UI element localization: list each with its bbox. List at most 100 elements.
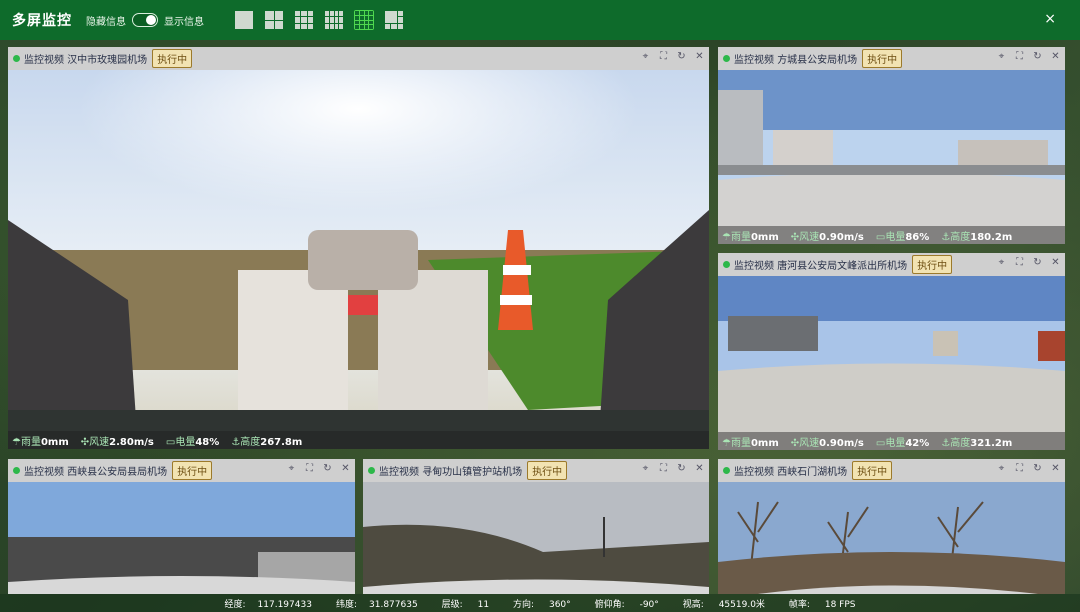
heading: 方向: 360°	[513, 599, 571, 610]
video-panel[interactable]: 监控视频 方城县公安局机场 执行中 ⌖ ⛶ ↻ ✕ ☂雨量0mm ✣风速0.90…	[718, 47, 1065, 244]
video-feed	[363, 482, 709, 594]
wind-metric: ✣风速0.90m/s	[790, 437, 864, 449]
longitude: 经度: 117.197433	[224, 599, 312, 610]
close-icon[interactable]: ✕	[1050, 257, 1061, 268]
layout-4-icon[interactable]	[264, 10, 284, 30]
close-icon[interactable]: ✕	[694, 463, 705, 474]
map-status-bar: 经度: 117.197433 纬度: 31.877635 层级: 11 方向: 36…	[0, 594, 1080, 612]
fullscreen-icon[interactable]: ⛶	[304, 463, 315, 474]
online-dot	[13, 467, 20, 474]
zoom-level: 层级: 11	[441, 599, 490, 610]
rain-metric: ☂雨量0mm	[722, 437, 779, 449]
top-bar: 多屏监控 隐藏信息 显示信息 ×	[0, 0, 1080, 40]
close-icon[interactable]: ✕	[1050, 51, 1061, 62]
video-feed	[8, 482, 355, 594]
status-badge: 执行中	[527, 461, 568, 480]
panel-header: 监控视频 寻甸功山镇管护站机场 执行中 ⌖ ⛶ ↻ ✕	[363, 459, 709, 482]
video-feed	[718, 276, 1065, 450]
location-icon[interactable]: ⌖	[286, 463, 297, 474]
close-icon[interactable]: ✕	[1050, 463, 1061, 474]
page-title: 多屏监控	[12, 13, 72, 29]
refresh-icon[interactable]: ↻	[676, 463, 687, 474]
status-badge: 执行中	[172, 461, 213, 480]
video-panel[interactable]: 监控视频 西峡县公安局县局机场 执行中 ⌖ ⛶ ↻ ✕	[8, 459, 355, 594]
panel-title: 监控视频 寻甸功山镇管护站机场	[379, 467, 523, 478]
video-frame	[8, 482, 355, 594]
video-panel-main[interactable]: 监控视频 汉中市玫瑰园机场 执行中 ⌖ ⛶ ↻ ✕ ☂雨量0mm ✣风速2.80…	[8, 47, 709, 449]
online-dot	[723, 467, 730, 474]
layout-12-icon[interactable]	[324, 10, 344, 30]
fullscreen-icon[interactable]: ⛶	[658, 463, 669, 474]
panel-header: 监控视频 汉中市玫瑰园机场 执行中 ⌖ ⛶ ↻ ✕	[8, 47, 709, 70]
video-panel[interactable]: 监控视频 西峡石门湖机场 执行中 ⌖ ⛶ ↻ ✕	[718, 459, 1065, 594]
pitch: 俯仰角: -90°	[594, 599, 659, 610]
close-icon[interactable]: ×	[1044, 11, 1056, 27]
show-info-label: 显示信息	[164, 16, 204, 28]
panel-metrics: ☂雨量0mm ✣风速2.80m/s ▭电量48% ⚓高度267.8m	[8, 431, 709, 449]
fullscreen-icon[interactable]: ⛶	[1014, 257, 1025, 268]
panel-title: 监控视频 汉中市玫瑰园机场	[24, 55, 148, 66]
video-frame	[8, 70, 709, 449]
panel-header: 监控视频 西峡石门湖机场 执行中 ⌖ ⛶ ↻ ✕	[718, 459, 1065, 482]
fullscreen-icon[interactable]: ⛶	[1014, 463, 1025, 474]
frame-rate: 帧率: 18 FPS	[788, 599, 856, 610]
fullscreen-icon[interactable]: ⛶	[1014, 51, 1025, 62]
panel-header: 监控视频 西峡县公安局县局机场 执行中 ⌖ ⛶ ↻ ✕	[8, 459, 355, 482]
height-metric: ⚓高度321.2m	[941, 437, 1013, 449]
panel-header: 监控视频 唐河县公安局文峰派出所机场 执行中 ⌖ ⛶ ↻ ✕	[718, 253, 1065, 276]
refresh-icon[interactable]: ↻	[676, 51, 687, 62]
video-frame	[718, 276, 1065, 450]
layout-9-icon[interactable]	[294, 10, 314, 30]
layout-1-icon[interactable]	[234, 10, 254, 30]
online-dot	[13, 55, 20, 62]
battery-metric: ▭电量48%	[165, 436, 220, 448]
panel-metrics: ☂雨量0mm ✣风速0.90m/s ▭电量42% ⚓高度321.2m	[718, 432, 1065, 450]
info-toggle[interactable]	[132, 13, 158, 27]
video-frame	[718, 70, 1065, 244]
status-badge: 执行中	[852, 461, 893, 480]
layout-16-icon[interactable]	[354, 10, 374, 30]
battery-metric: ▭电量42%	[875, 437, 930, 449]
status-badge: 执行中	[912, 255, 953, 274]
layout-6-icon[interactable]	[384, 10, 404, 30]
status-badge: 执行中	[862, 49, 903, 68]
panel-title: 监控视频 西峡县公安局县局机场	[24, 467, 168, 478]
rain-metric: ☂雨量0mm	[12, 436, 69, 448]
panel-header: 监控视频 方城县公安局机场 执行中 ⌖ ⛶ ↻ ✕	[718, 47, 1065, 70]
refresh-icon[interactable]: ↻	[1032, 257, 1043, 268]
rain-metric: ☂雨量0mm	[722, 231, 779, 243]
refresh-icon[interactable]: ↻	[1032, 51, 1043, 62]
height-metric: ⚓高度180.2m	[941, 231, 1013, 243]
panel-title: 监控视频 西峡石门湖机场	[734, 467, 848, 478]
video-feed	[8, 70, 709, 449]
status-badge: 执行中	[152, 49, 193, 68]
online-dot	[723, 55, 730, 62]
video-frame	[718, 482, 1065, 594]
location-icon[interactable]: ⌖	[640, 51, 651, 62]
video-feed	[718, 70, 1065, 244]
height-metric: ⚓高度267.8m	[231, 436, 303, 448]
video-panel[interactable]: 监控视频 寻甸功山镇管护站机场 执行中 ⌖ ⛶ ↻ ✕	[363, 459, 709, 594]
latitude: 纬度: 31.877635	[335, 599, 418, 610]
panel-title: 监控视频 唐河县公安局文峰派出所机场	[734, 261, 908, 272]
toggle-knob	[146, 15, 156, 25]
refresh-icon[interactable]: ↻	[322, 463, 333, 474]
location-icon[interactable]: ⌖	[640, 463, 651, 474]
location-icon[interactable]: ⌖	[996, 463, 1007, 474]
online-dot	[368, 467, 375, 474]
close-icon[interactable]: ✕	[694, 51, 705, 62]
video-feed	[718, 482, 1065, 594]
location-icon[interactable]: ⌖	[996, 51, 1007, 62]
online-dot	[723, 261, 730, 268]
battery-metric: ▭电量86%	[875, 231, 930, 243]
wind-metric: ✣风速2.80m/s	[80, 436, 154, 448]
refresh-icon[interactable]: ↻	[1032, 463, 1043, 474]
fullscreen-icon[interactable]: ⛶	[658, 51, 669, 62]
video-panel[interactable]: 监控视频 唐河县公安局文峰派出所机场 执行中 ⌖ ⛶ ↻ ✕ ☂雨量0mm ✣风…	[718, 253, 1065, 450]
view-height: 视高: 45519.0米	[682, 599, 765, 610]
location-icon[interactable]: ⌖	[996, 257, 1007, 268]
video-frame	[363, 482, 709, 594]
layout-switcher	[234, 10, 404, 30]
hide-info-label: 隐藏信息	[86, 16, 126, 28]
close-icon[interactable]: ✕	[340, 463, 351, 474]
